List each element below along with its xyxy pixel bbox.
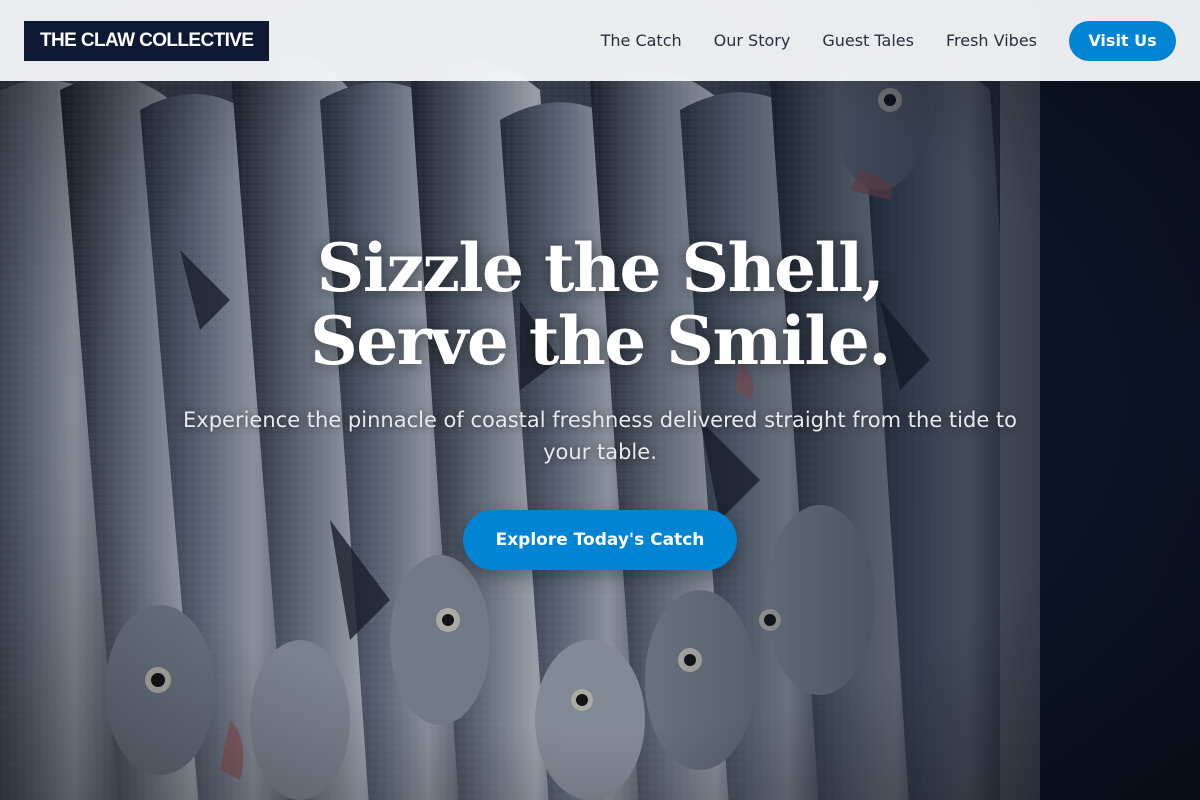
visit-us-button[interactable]: Visit Us [1069,20,1176,61]
hero-subtitle: Experience the pinnacle of coastal fresh… [183,408,1017,464]
nav-right-group: The Catch Our Story Guest Tales Fresh Vi… [601,20,1176,61]
nav-links: The Catch Our Story Guest Tales Fresh Vi… [601,31,1037,50]
hero-title-line-1: Sizzle the Shell, [316,229,885,307]
nav-link-our-story[interactable]: Our Story [714,31,791,50]
top-navbar: THE CLAW COLLECTIVE The Catch Our Story … [0,0,1200,81]
hero-title: Sizzle the Shell, Serve the Smile. [310,229,891,380]
landing-page: THE CLAW COLLECTIVE The Catch Our Story … [0,0,1200,800]
explore-catch-button[interactable]: Explore Today's Catch [463,510,737,570]
site-logo[interactable]: THE CLAW COLLECTIVE [24,20,270,61]
hero-title-line-2: Serve the Smile. [310,302,891,380]
nav-link-the-catch[interactable]: The Catch [601,31,682,50]
nav-link-guest-tales[interactable]: Guest Tales [822,31,914,50]
nav-link-fresh-vibes[interactable]: Fresh Vibes [946,31,1037,50]
hero-section: Sizzle the Shell, Serve the Smile. Exper… [0,232,1200,570]
